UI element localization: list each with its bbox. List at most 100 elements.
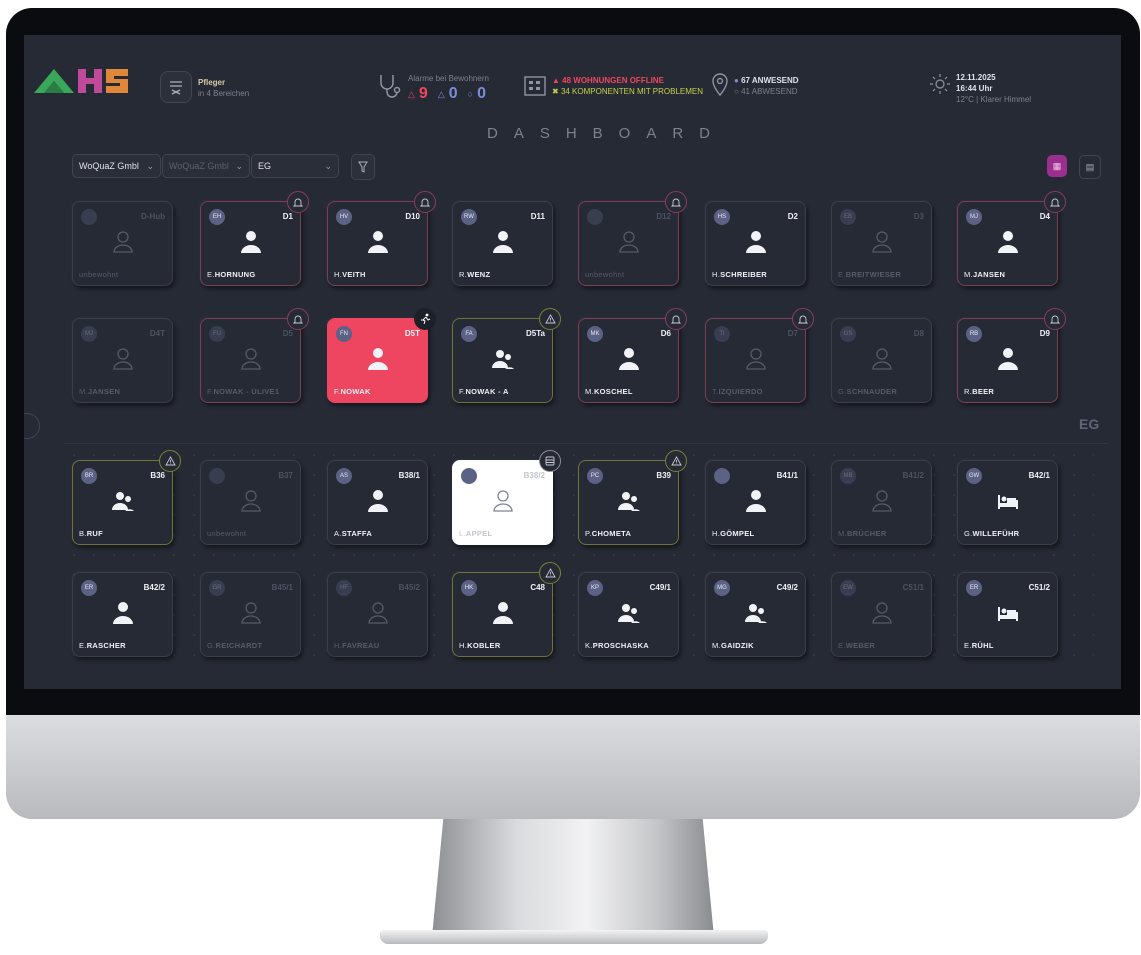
resident-name: H.KOBLER — [459, 641, 501, 650]
company-select-secondary[interactable]: WoQuaZ Gmbl ⌄ — [162, 154, 250, 178]
resident-name: T.IZQUIERDO — [712, 387, 763, 396]
bell-icon[interactable] — [287, 308, 309, 330]
apartment-code: C51/2 — [1028, 583, 1050, 592]
apartment-tile[interactable]: ER C51/2 E.RÜHL — [957, 572, 1058, 657]
avatar: PC — [587, 468, 603, 484]
grid-view-button[interactable]: ▦ — [1047, 155, 1067, 177]
apartment-code: D4 — [1039, 212, 1050, 221]
resident-name: H.FAVREAU — [334, 641, 380, 650]
side-panel-toggle[interactable] — [24, 413, 40, 439]
resident-name: M.JANSEN — [964, 270, 1006, 279]
chevron-down-icon: ⌄ — [146, 160, 154, 171]
apartment-tile[interactable]: D12 unbewohnt — [578, 191, 687, 286]
page-title: DASHBOARD — [487, 125, 727, 142]
filter-button[interactable] — [351, 154, 375, 180]
list-view-button[interactable]: ▤ — [1079, 155, 1101, 179]
apartment-code: D12 — [656, 212, 671, 221]
avatar: MJ — [966, 209, 982, 225]
avatar: FN — [336, 326, 352, 342]
avatar: ER — [966, 580, 982, 596]
apartment-tile[interactable]: B38/2 L.APPEL — [452, 450, 561, 545]
apartment-tile[interactable]: TI D7 T.IZQUIERDO — [705, 308, 814, 403]
resident-name: F.NOWAK - ULIVE1 — [207, 387, 280, 396]
apartment-tile[interactable]: MB B41/2 M.BRÜCHER — [831, 460, 932, 545]
apartment-tile[interactable]: D-Hub unbewohnt — [72, 201, 173, 286]
bell-icon[interactable] — [287, 191, 309, 213]
resident-name: unbewohnt — [79, 270, 119, 279]
bell-icon[interactable] — [414, 191, 436, 213]
system-status[interactable]: ▲ 48 WOHNUNGEN OFFLINE ✖ 34 KOMPONENTEN … — [552, 75, 703, 97]
apartment-tile[interactable]: MK D6 M.KOSCHEL — [578, 308, 687, 403]
person-icon — [997, 347, 1019, 371]
fall-alert-icon[interactable] — [414, 308, 436, 330]
empty-person-icon — [618, 230, 640, 254]
bell-icon[interactable] — [792, 308, 814, 330]
floor-select[interactable]: EG ⌄ — [251, 154, 339, 178]
apartment-tile[interactable]: KP C49/1 K.PROSCHASKA — [578, 572, 679, 657]
bell-icon[interactable] — [1044, 308, 1066, 330]
avatar: AS — [336, 468, 352, 484]
apartment-code: D1 — [282, 212, 293, 221]
apartment-tile[interactable]: HS D2 H.SCHREIBER — [705, 201, 806, 286]
apartment-tile[interactable]: EW C51/1 E.WEBER — [831, 572, 932, 657]
apartment-tile[interactable]: MJ D4 M.JANSEN — [957, 191, 1066, 286]
apartment-tile[interactable]: MG C49/2 M.GAIDZIK — [705, 572, 806, 657]
apartment-tile[interactable]: GS D8 G.SCHNAUDER — [831, 318, 932, 403]
avatar: KP — [587, 580, 603, 596]
avatar: MB — [840, 468, 856, 484]
apartment-tile[interactable]: FU D5 F.NOWAK - ULIVE1 — [200, 308, 309, 403]
caregiver-button[interactable] — [160, 71, 192, 103]
avatar: HF — [336, 580, 352, 596]
apartment-tile[interactable]: ER B42/2 E.RASCHER — [72, 572, 173, 657]
apartment-tile[interactable]: B41/1 H.GÖMPEL — [705, 460, 806, 545]
present-status: ● 67 ANWESEND — [734, 75, 799, 86]
apartment-code: C48 — [530, 583, 545, 592]
warning-icon[interactable] — [539, 308, 561, 330]
apartment-tile[interactable]: FN D5T F.NOWAK — [327, 308, 436, 403]
apartment-code: D5T — [404, 329, 420, 338]
chevron-down-icon: ⌄ — [324, 160, 332, 171]
apartment-tile[interactable]: EB D3 E.BREITWIESER — [831, 201, 932, 286]
person-icon — [492, 230, 514, 254]
apartment-tile[interactable]: HV D10 H.VEITH — [327, 191, 436, 286]
warning-icon[interactable] — [539, 562, 561, 584]
apartment-tile[interactable]: GW B42/1 G.WILLEFÜHR — [957, 460, 1058, 545]
bell-icon[interactable] — [665, 191, 687, 213]
warning-icon[interactable] — [665, 450, 687, 472]
apartment-tile[interactable]: AS B38/1 A.STAFFA — [327, 460, 428, 545]
apartment-tile[interactable]: MJ D4T M.JANSEN — [72, 318, 173, 403]
apartment-code: C51/1 — [902, 583, 924, 592]
resident-name: E.RASCHER — [79, 641, 126, 650]
empty-person-icon — [871, 601, 893, 625]
absent-text: 41 ABWESEND — [741, 87, 798, 96]
alarm-counters[interactable]: △ 9 △ 0 ○ 0 — [408, 85, 486, 103]
resident-name: M.JANSEN — [79, 387, 121, 396]
datetime-block: 12.11.2025 16:44 Uhr 12°C | Klarer Himme… — [956, 72, 1031, 105]
resident-name: E.RÜHL — [964, 641, 994, 650]
device-icon[interactable] — [539, 450, 561, 472]
resident-name: unbewohnt — [585, 270, 625, 279]
apartment-tile[interactable]: HF B45/2 H.FAVREAU — [327, 572, 428, 657]
apartment-tile[interactable]: GR B45/1 G.REICHARDT — [200, 572, 301, 657]
apartment-tile[interactable]: RB D9 R.BEER — [957, 308, 1066, 403]
apartment-tile[interactable]: BR B36 B.RUF — [72, 450, 181, 545]
bell-icon[interactable] — [1044, 191, 1066, 213]
offline-status: ▲ 48 WOHNUNGEN OFFLINE — [552, 75, 703, 86]
avatar: TI — [714, 326, 730, 342]
apartment-tile[interactable]: B37 unbewohnt — [200, 460, 301, 545]
apartment-code: D-Hub — [141, 212, 165, 221]
resident-name: M.BRÜCHER — [838, 529, 887, 538]
warning-icon[interactable] — [159, 450, 181, 472]
company-select[interactable]: WoQuaZ Gmbl ⌄ — [72, 154, 161, 178]
apartment-tile[interactable]: EH D1 E.HORNUNG — [200, 191, 309, 286]
apartment-code: B45/1 — [271, 583, 293, 592]
ahs-logo — [34, 69, 128, 93]
apartment-tile[interactable]: HK C48 H.KOBLER — [452, 562, 561, 657]
alarm-red-count: 9 — [418, 85, 428, 102]
apartment-code: D5 — [282, 329, 293, 338]
presence-block[interactable]: ● 67 ANWESEND ○ 41 ABWESEND — [734, 75, 799, 97]
bell-icon[interactable] — [665, 308, 687, 330]
apartment-tile[interactable]: RW D11 R.WENZ — [452, 201, 553, 286]
apartment-tile[interactable]: FA D5Ta F.NOWAK - A — [452, 308, 561, 403]
apartment-tile[interactable]: PC B39 P.CHOMETA — [578, 450, 687, 545]
